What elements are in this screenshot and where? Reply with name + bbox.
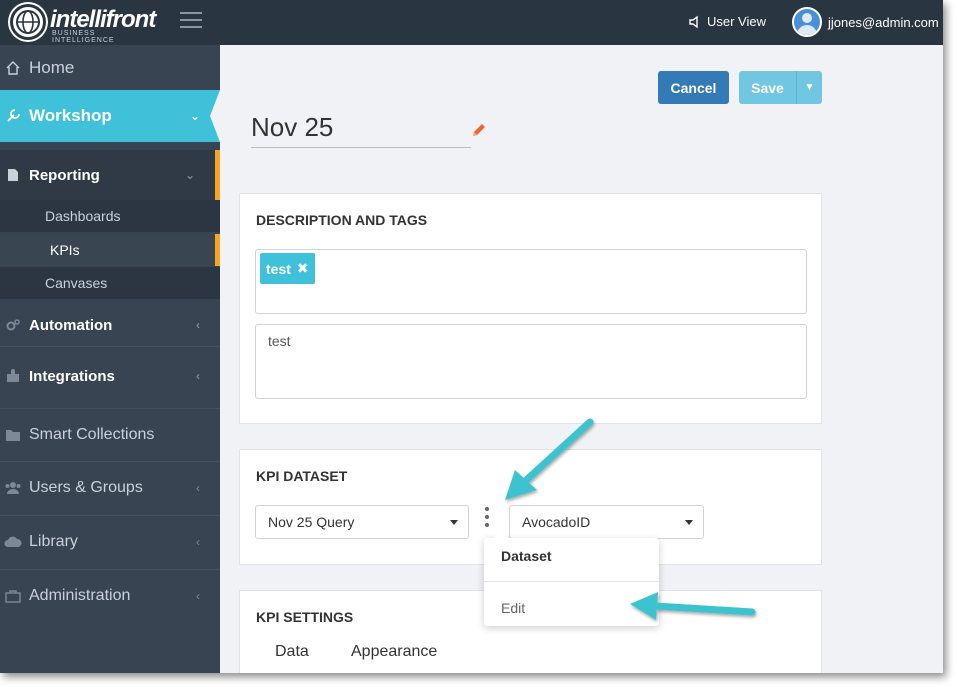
caret-down-icon [685,520,693,525]
chevron-left-icon: ‹ [196,369,200,383]
divider [0,461,220,462]
divider [0,346,220,347]
save-button[interactable]: Save [739,71,796,104]
close-icon[interactable]: ✖ [297,260,309,277]
panel-heading: DESCRIPTION AND TAGS [256,212,428,228]
active-notch [210,90,220,142]
divider [484,581,659,582]
avatar [792,7,822,37]
user-email: jjones@admin.com [828,14,939,30]
description-textarea[interactable]: test [255,324,807,399]
sidebar-item-smart-collections[interactable]: Smart Collections [0,415,220,455]
menu-toggle-icon[interactable] [180,12,202,30]
wrench-icon [4,107,22,125]
divider [0,408,220,409]
chevron-left-icon: ‹ [196,318,200,332]
tag-chip: test ✖ [260,253,315,284]
chevron-left-icon: ‹ [196,481,200,495]
pencil-icon[interactable] [470,121,488,139]
dropdown-header: Dataset [501,548,552,564]
folder-icon [4,426,22,444]
description-tags-panel: DESCRIPTION AND TAGS test ✖ test [239,193,822,424]
user-view-button[interactable]: User View [688,14,766,29]
sidebar-item-label: Smart Collections [29,426,155,443]
kebab-menu-icon[interactable] [484,507,490,527]
tags-input[interactable]: test ✖ [255,249,807,314]
puzzle-icon [4,367,22,385]
dataset-select[interactable]: Nov 25 Query [255,505,469,539]
sidebar-subitem-label: KPIs [50,242,80,258]
sidebar-item-library[interactable]: Library ‹ [0,522,220,562]
sidebar-item-workshop[interactable]: Workshop ⌄ [0,90,220,142]
tag-label: test [266,260,291,277]
sidebar-subitem-label: Dashboards [45,208,121,224]
sidebar: Home Workshop ⌄ Reporting ⌄ Dashboards K… [0,45,220,673]
field-select[interactable]: AvocadoID [509,505,704,539]
sidebar-item-users-groups[interactable]: Users & Groups ‹ [0,468,220,508]
top-bar: intellifront BUSINESS INTELLIGENCE User … [0,0,943,45]
sidebar-item-label: Home [29,58,75,77]
sidebar-subitem-kpis[interactable]: KPIs [0,234,220,266]
cloud-icon [4,533,22,551]
sidebar-item-administration[interactable]: Administration ‹ [0,576,220,616]
dataset-select-value: Nov 25 Query [268,514,355,530]
users-icon [4,479,22,497]
sidebar-item-integrations[interactable]: Integrations ‹ [0,359,220,393]
file-icon [4,166,22,184]
globe-icon [10,4,46,40]
divider [0,569,220,570]
chevron-left-icon: ‹ [196,535,200,549]
sidebar-item-label: Workshop [29,106,112,125]
chevron-down-icon: ⌄ [189,109,200,123]
divider [0,515,220,516]
main-content: Cancel Save ▼ Nov 25 DESCRIPTION AND TAG… [220,45,943,673]
chevron-left-icon: ‹ [196,589,200,603]
sidebar-item-label: Administration [29,587,131,604]
field-select-value: AvocadoID [522,514,591,530]
chevron-down-icon: ⌄ [184,168,195,182]
speaker-icon [689,15,698,28]
dataset-dropdown-menu: Dataset Edit [484,531,659,626]
sidebar-item-reporting[interactable]: Reporting ⌄ [0,150,220,200]
tab-data[interactable]: Data [275,643,309,661]
briefcase-icon [4,587,22,605]
home-icon [4,59,22,77]
sidebar-item-label: Integrations [29,367,115,385]
sidebar-subitem-canvases[interactable]: Canvases [0,267,220,299]
logo-subtitle: BUSINESS INTELLIGENCE [52,30,115,44]
cancel-button[interactable]: Cancel [658,71,729,104]
gears-icon [4,316,22,334]
panel-heading: KPI DATASET [256,468,348,484]
app-window: intellifront BUSINESS INTELLIGENCE User … [0,0,943,673]
sidebar-item-automation[interactable]: Automation ‹ [0,308,220,342]
user-menu[interactable]: jjones@admin.com [792,7,939,37]
sidebar-item-label: Library [29,533,78,550]
edit-menu-item[interactable]: Edit [501,600,525,616]
sidebar-item-label: Users & Groups [29,479,143,496]
chevron-down-icon: ▼ [804,82,815,93]
panel-heading: KPI SETTINGS [256,609,354,625]
save-options-button[interactable]: ▼ [796,71,822,104]
sidebar-item-home[interactable]: Home [0,53,220,83]
user-view-label: User View [707,14,767,29]
kpi-title-input[interactable]: Nov 25 [251,109,471,148]
sidebar-item-label: Automation [29,316,113,334]
logo[interactable]: intellifront BUSINESS INTELLIGENCE [10,4,160,44]
sidebar-subitem-label: Canvases [45,275,108,291]
tab-appearance[interactable]: Appearance [351,643,437,661]
caret-down-icon [450,520,458,525]
sidebar-item-label: Reporting [29,166,100,184]
sidebar-subitem-dashboards[interactable]: Dashboards [0,200,220,232]
